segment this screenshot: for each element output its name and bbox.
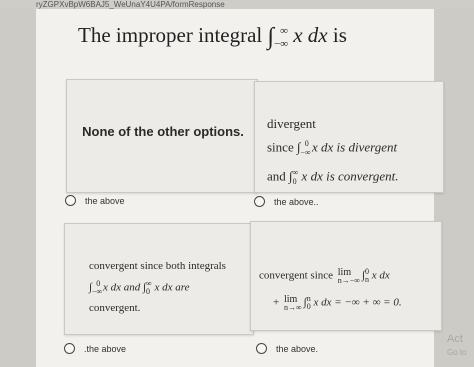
integral-lower-limit: 0	[292, 176, 297, 186]
browser-url-bar[interactable]: ryZGPXvBpW6BAJ5_WeUnaY4U4PA/formResponse	[0, 0, 474, 9]
option-card-convergent-both[interactable]: convergent since both integrals ∫−∞0 x d…	[64, 223, 254, 335]
text-fragment: since	[267, 139, 297, 155]
option-line: divergent	[267, 116, 316, 131]
limit-subscript: n→−∞	[337, 276, 360, 286]
url-text: ryZGPXvBpW6BAJ5_WeUnaY4U4PA/formResponse	[36, 0, 225, 9]
option-card-divergent[interactable]: divergent since ∫−∞0 x dx is divergent a…	[254, 81, 444, 193]
option-radio-divergent[interactable]: the above..	[254, 196, 319, 207]
limit-subscript: n→∞	[283, 302, 302, 312]
option-card-convergent-limit[interactable]: convergent since lim n→−∞ ∫n0 x dx + lim n→…	[250, 221, 442, 331]
question-prefix: The improper integral	[78, 23, 268, 47]
integral-lower-limit: −∞	[300, 147, 311, 157]
limit-expression: lim n→−∞	[337, 268, 360, 286]
text-fragment: x dx is convergent.	[301, 168, 399, 184]
form-card: The improper integral ∫−∞∞ x dx is None …	[36, 9, 444, 367]
option-text: convergent since lim n→−∞ ∫n0 x dx + lim n→…	[259, 262, 402, 316]
option-card-none[interactable]: None of the other options.	[66, 79, 258, 193]
activate-windows-watermark: Act Go to	[447, 333, 467, 359]
option-radio-convergent-limit[interactable]: the above.	[256, 343, 318, 354]
option-line: since ∫−∞0 x dx is divergent	[267, 134, 399, 163]
text-fragment: x dx	[371, 269, 390, 282]
option-text: None of the other options.	[82, 124, 244, 139]
text-fragment: convergent since	[259, 269, 336, 282]
text-fragment: x dx is divergent	[312, 139, 398, 155]
option-line: + lim n→∞ ∫0n x dx = −∞ + ∞ = 0.	[259, 289, 402, 316]
integral-lower-limit: −∞	[92, 286, 103, 296]
option-line: convergent.	[89, 301, 141, 314]
text-fragment: x dx and	[102, 281, 143, 294]
integral-lower-limit: 0	[306, 301, 311, 311]
option-radio-convergent-both[interactable]: .the above	[64, 343, 126, 354]
option-line: convergent since lim n→−∞ ∫n0 x dx	[259, 262, 402, 289]
option-text: divergent since ∫−∞0 x dx is divergent a…	[267, 114, 399, 192]
radio-button[interactable]	[65, 195, 76, 206]
integral-upper-limit: ∞	[146, 279, 152, 288]
text-fragment: and	[267, 168, 290, 184]
radio-button[interactable]	[254, 196, 265, 207]
integral-lower-limit: −∞	[274, 38, 289, 51]
radio-label: .the above	[84, 343, 127, 354]
integral-upper-limit: ∞	[292, 167, 299, 177]
option-line: convergent since both integrals	[89, 260, 226, 272]
integral-upper-limit: 0	[365, 267, 370, 276]
option-line: and ∫0∞ x dx is convergent.	[267, 163, 399, 192]
integral-lower-limit: 0	[146, 286, 151, 296]
radio-label: the above.	[276, 343, 319, 354]
limit-expression: lim n→∞	[283, 294, 302, 312]
option-line: ∫−∞0 x dx and ∫0∞ x dx are	[89, 275, 226, 300]
question-suffix: is	[327, 23, 347, 47]
option-text: convergent since both integrals ∫−∞0 x d…	[89, 258, 226, 317]
text-fragment: x dx = −∞ + ∞ = 0.	[313, 296, 402, 309]
integral-upper-limit: 0	[304, 139, 309, 148]
integral-upper-limit: ∞	[280, 25, 288, 37]
page-background-left	[0, 9, 36, 367]
radio-label: the above	[85, 195, 125, 206]
option-radio-none[interactable]: the above	[65, 195, 125, 206]
watermark-line: Act	[447, 333, 463, 345]
radio-button[interactable]	[64, 343, 75, 354]
question-text: The improper integral ∫−∞∞ x dx is	[78, 23, 347, 51]
radio-button[interactable]	[256, 343, 267, 354]
text-fragment: +	[273, 296, 282, 309]
integral-lower-limit: n	[365, 274, 370, 284]
integral-upper-limit: n	[306, 293, 311, 303]
text-fragment: x dx are	[154, 281, 190, 294]
integrand: x dx	[293, 23, 328, 47]
watermark-line: Go to	[447, 348, 467, 357]
integral-upper-limit: 0	[96, 279, 101, 288]
radio-label: the above..	[274, 196, 319, 207]
